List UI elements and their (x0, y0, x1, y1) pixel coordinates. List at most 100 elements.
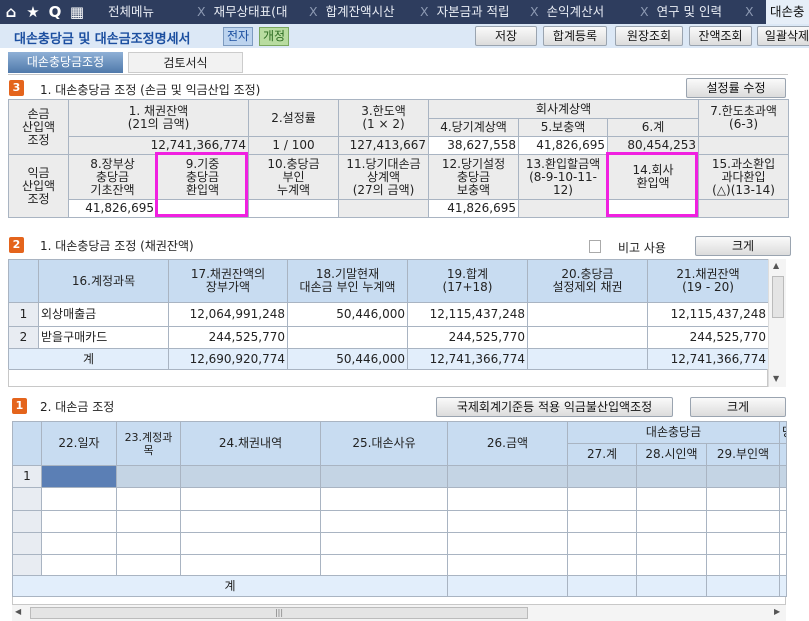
cell[interactable] (180, 532, 321, 555)
cell[interactable] (705, 532, 781, 555)
value-reversal-during[interactable] (155, 199, 250, 218)
cell[interactable] (447, 465, 568, 488)
tab-allowance-adjustment[interactable]: 대손충당금조정 (8, 52, 123, 73)
value-company-reversal[interactable] (607, 199, 700, 218)
ledger-view-button[interactable]: 원장조회 (615, 26, 683, 46)
scroll-down-icon[interactable]: ▼ (773, 374, 779, 383)
table-row[interactable]: 1 외상매출금 12,064,991,248 50,446,000 12,115… (8, 302, 769, 327)
horizontal-scrollbar[interactable]: ◀ ||| ▶ (12, 605, 786, 621)
cell[interactable] (447, 532, 568, 555)
cell[interactable] (116, 554, 181, 576)
nav-tab[interactable]: X 손익계산서 (530, 0, 604, 24)
cell-disallowed[interactable] (287, 326, 408, 349)
cell[interactable] (779, 487, 788, 511)
cell-book-value[interactable]: 12,064,991,248 (168, 302, 288, 327)
cell[interactable] (320, 532, 448, 555)
table-row[interactable] (12, 554, 788, 576)
cell[interactable] (320, 554, 448, 576)
enlarge-button[interactable]: 크게 (690, 397, 786, 417)
cell[interactable] (779, 532, 788, 555)
cell[interactable] (636, 510, 707, 533)
cell[interactable] (636, 532, 707, 555)
cell[interactable] (567, 465, 637, 488)
nav-tab[interactable]: X 연구 및 인력 (640, 0, 722, 24)
cell-excluded[interactable] (527, 326, 648, 349)
cell[interactable] (567, 554, 637, 576)
nav-tab[interactable]: X 자본금과 적립 (420, 0, 510, 24)
cell[interactable] (447, 510, 568, 533)
edit-rate-button[interactable]: 설정률 수정 (686, 78, 786, 98)
cell-excluded[interactable] (527, 302, 648, 327)
cell[interactable] (567, 510, 637, 533)
close-icon[interactable]: X (640, 4, 649, 19)
value-supplement[interactable]: 41,826,695 (518, 136, 609, 155)
cell[interactable] (779, 465, 788, 488)
cell[interactable] (116, 465, 181, 488)
cell[interactable] (779, 510, 788, 533)
value-supplement-set[interactable]: 41,826,695 (428, 199, 520, 218)
cell[interactable] (320, 510, 448, 533)
cell[interactable] (180, 487, 321, 511)
table-row[interactable] (12, 487, 788, 511)
cell[interactable] (41, 487, 117, 511)
cell[interactable] (447, 554, 568, 576)
delete-all-button[interactable]: 일괄삭제 (757, 26, 809, 46)
cell[interactable] (705, 510, 781, 533)
cell[interactable] (41, 510, 117, 533)
close-icon[interactable]: X (420, 4, 429, 19)
search-icon[interactable]: Q (45, 0, 65, 24)
cell-account[interactable]: 받을구매카드 (38, 326, 169, 349)
close-icon[interactable]: X (530, 4, 539, 19)
cell-book-value[interactable]: 244,525,770 (168, 326, 288, 349)
value-current-recorded[interactable]: 38,627,558 (428, 136, 520, 155)
cell[interactable] (567, 532, 637, 555)
scroll-thumb[interactable]: ||| (30, 607, 528, 619)
star-icon[interactable]: ★ (23, 0, 43, 24)
scroll-up-icon[interactable]: ▲ (773, 261, 779, 270)
value-opening-balance[interactable]: 41,826,695 (68, 199, 157, 218)
cell[interactable] (116, 487, 181, 511)
nav-tab[interactable]: X 재무상태표(대 (197, 0, 287, 24)
table-row[interactable] (12, 532, 788, 555)
cell[interactable] (180, 510, 321, 533)
cell[interactable] (180, 465, 321, 488)
save-button[interactable]: 저장 (475, 26, 537, 46)
nav-tab-active[interactable]: 대손충 (766, 0, 809, 24)
cell[interactable] (636, 554, 707, 576)
cell[interactable] (447, 487, 568, 511)
home-icon[interactable]: ⌂ (1, 0, 21, 24)
nav-tab[interactable]: X 합계잔액시산 (309, 0, 395, 24)
table-row-selected[interactable]: 1 (12, 465, 788, 488)
cell[interactable] (320, 465, 448, 488)
scroll-left-icon[interactable]: ◀ (15, 607, 21, 616)
scroll-thumb[interactable] (772, 276, 784, 318)
cell[interactable] (41, 532, 117, 555)
close-icon[interactable]: X (197, 4, 206, 19)
grid-menu-icon[interactable]: ▦ (67, 0, 87, 24)
close-icon[interactable]: X (745, 0, 754, 24)
value-disallowed[interactable] (248, 199, 340, 218)
cell[interactable] (180, 554, 321, 576)
cell[interactable] (779, 554, 788, 576)
total-register-button[interactable]: 합계등록 (543, 26, 607, 46)
tab-review-form[interactable]: 검토서식 (128, 52, 243, 73)
vertical-scrollbar[interactable]: ▲ ▼ (768, 259, 786, 387)
table-row[interactable]: 2 받을구매카드 244,525,770 244,525,770 244,525… (8, 326, 769, 349)
balance-view-button[interactable]: 잔액조회 (689, 26, 752, 46)
scroll-right-icon[interactable]: ▶ (774, 607, 780, 616)
cell[interactable] (636, 487, 707, 511)
cell[interactable] (41, 554, 117, 576)
table-row[interactable] (12, 510, 788, 533)
ifrs-adjustment-button[interactable]: 국제회계기준등 적용 익금불산입액조정 (436, 397, 673, 417)
cell[interactable] (320, 487, 448, 511)
cell-account[interactable]: 외상매출금 (38, 302, 169, 327)
nav-menu-all[interactable]: 전체메뉴 (108, 0, 154, 24)
cell[interactable] (705, 465, 781, 488)
cell[interactable] (705, 487, 781, 511)
remark-checkbox[interactable] (589, 240, 601, 253)
cell[interactable] (567, 487, 637, 511)
cell[interactable] (636, 465, 707, 488)
cell[interactable] (705, 554, 781, 576)
cell[interactable] (116, 532, 181, 555)
enlarge-button[interactable]: 크게 (695, 236, 791, 256)
